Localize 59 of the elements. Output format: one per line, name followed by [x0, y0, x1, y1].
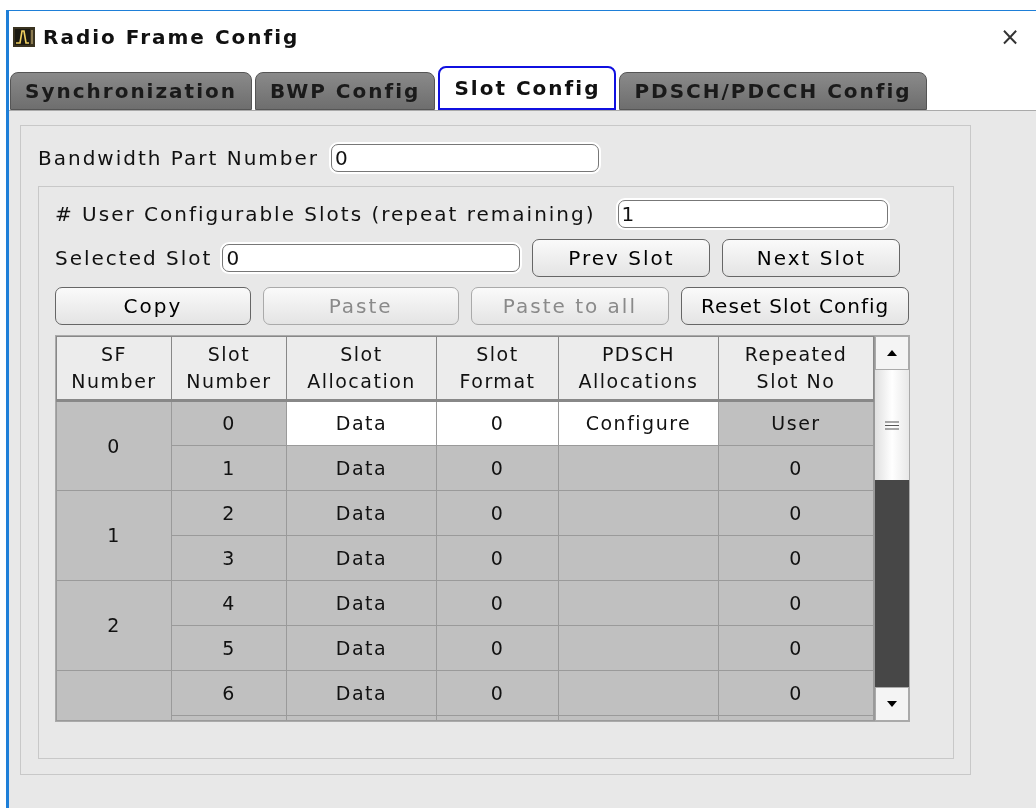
table-cell: 4 [171, 580, 287, 626]
action-button[interactable]: Prev Slot [532, 239, 711, 277]
table-cell: 1 [171, 445, 287, 491]
table-cell: 0 [436, 580, 559, 626]
table-cell: 3 [171, 535, 287, 581]
table-cell: 1 [56, 490, 172, 581]
table-cell: 0 [718, 490, 874, 536]
table-cell: Data [286, 580, 437, 626]
table-cell: Data [286, 445, 437, 491]
configure-cell[interactable]: Configure [558, 400, 719, 446]
close-icon[interactable]: × [999, 19, 1022, 55]
table-cell: 0 [56, 400, 172, 491]
field-label: Selected Slot [55, 245, 213, 272]
table-cell: Data [286, 400, 437, 446]
scroll-down-icon[interactable] [887, 701, 897, 707]
table-cell: 0 [718, 670, 874, 716]
table-cell: 0 [718, 625, 874, 671]
field-label: Bandwidth Part Number [38, 145, 319, 172]
table-cell: 0 [718, 580, 874, 626]
table-cell: 6 [171, 670, 287, 716]
table-cell: 2 [171, 490, 287, 536]
input-field[interactable]: 0 [331, 144, 599, 172]
window-title: Radio Frame Config [43, 24, 300, 51]
grip-icon[interactable] [885, 420, 899, 430]
input-field[interactable]: 1 [617, 200, 888, 228]
column-header: Slot Format [436, 336, 559, 401]
scrollbar[interactable] [874, 336, 909, 721]
table-cell: User [718, 400, 874, 446]
table-cell: 0 [436, 400, 559, 446]
action-button[interactable]: Copy [55, 287, 251, 325]
column-header: Slot Number [171, 336, 287, 401]
table-cell: Data [286, 670, 437, 716]
tab[interactable]: BWP Config [255, 72, 436, 110]
table-cell: Data [286, 535, 437, 581]
tab[interactable]: Slot Config [438, 66, 617, 110]
table-cell: 0 [436, 445, 559, 491]
table-cell: 0 [718, 445, 874, 491]
input-field[interactable]: 0 [222, 244, 521, 272]
column-header: Slot Allocation [286, 336, 437, 401]
tab[interactable]: Synchronization [10, 72, 252, 110]
table-cell: 0 [171, 400, 287, 446]
table-cell: 0 [718, 535, 874, 581]
table-cell: 0 [436, 625, 559, 671]
action-button[interactable]: Reset Slot Config [681, 287, 909, 325]
table-cell: 0 [436, 535, 559, 581]
column-header: PDSCH Allocations [558, 336, 719, 401]
tab[interactable]: PDSCH/PDCCH Config [619, 72, 927, 110]
table-cell: Data [286, 490, 437, 536]
action-button[interactable]: Next Slot [722, 239, 901, 277]
table-cell: Data [286, 625, 437, 671]
table-cell: 5 [171, 625, 287, 671]
table-cell: 0 [436, 490, 559, 536]
table-cell: 0 [436, 670, 559, 716]
field-label: # User Configurable Slots (repeat remaining) [55, 201, 596, 228]
column-header: SF Number [56, 336, 172, 401]
app-icon [13, 27, 35, 47]
table-cell: 2 [56, 580, 172, 671]
column-header: Repeated Slot No [718, 336, 874, 401]
scroll-up-icon[interactable] [887, 350, 897, 356]
